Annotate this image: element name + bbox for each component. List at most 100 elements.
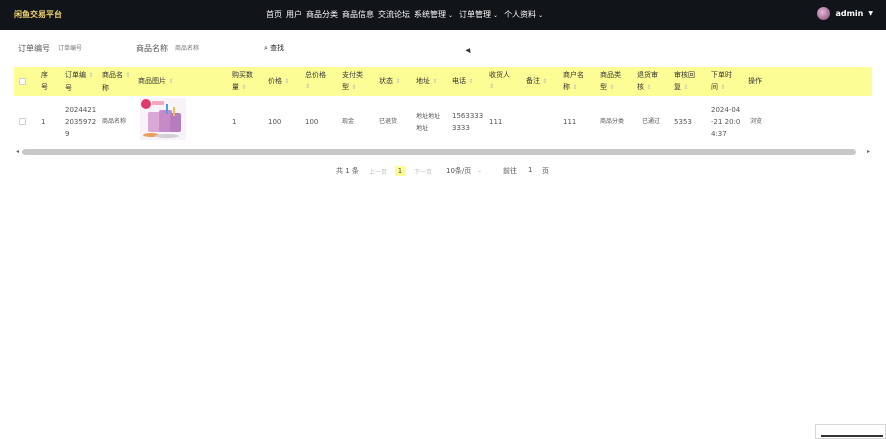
header-text: 收货人	[489, 71, 510, 79]
sort-icon[interactable]: ⇕	[646, 84, 651, 91]
cell-address: 地址地址 地址	[416, 111, 440, 135]
sort-icon[interactable]: ⇕	[168, 78, 173, 85]
cell-index: 1	[41, 118, 46, 126]
header-text: 状态	[379, 77, 393, 85]
sort-icon[interactable]: ⇕	[305, 81, 326, 93]
header-return-review[interactable]: 退货审核 ⇕	[637, 69, 658, 94]
header-index[interactable]: 序号	[41, 69, 48, 93]
search-icon: ⌕	[264, 44, 268, 52]
order-no-label: 订单编号	[18, 44, 50, 53]
header-remark[interactable]: 备注 ⇕	[526, 75, 547, 88]
scrollbar-thumb[interactable]	[22, 149, 856, 155]
next-page-button[interactable]: 下一页	[414, 167, 432, 176]
table-row: 1 2024421 2035972 9 商品名称 1 100 100 现金 已退…	[14, 96, 872, 147]
chevron-down-icon: ⌄	[538, 12, 544, 19]
nav-home[interactable]: 首页	[266, 9, 282, 20]
page-unit-label: 页	[542, 167, 549, 175]
header-review-reply[interactable]: 审核回复 ⇕	[674, 69, 695, 94]
goto-page-input[interactable]: 1	[528, 166, 532, 174]
header-text: 称	[102, 84, 109, 92]
cell-total: 100	[305, 118, 319, 126]
nav-forum[interactable]: 交流论坛	[378, 9, 410, 20]
header-order-no[interactable]: 订单编 ⇕ 号	[65, 69, 93, 94]
header-text: 序	[41, 71, 48, 79]
sort-icon[interactable]: ⇕	[284, 78, 289, 85]
sort-icon[interactable]: ⇕	[241, 84, 246, 91]
header-phone[interactable]: 电话 ⇕	[452, 75, 473, 88]
header-goods-type[interactable]: 商品类型 ⇕	[600, 69, 621, 94]
cell-line: 2035972	[65, 118, 97, 126]
order-no-input[interactable]	[54, 40, 128, 58]
cell-status: 已退货	[379, 118, 398, 125]
header-text: 商户名	[563, 71, 584, 79]
goods-name-input[interactable]	[171, 40, 257, 58]
sort-icon[interactable]: ⇕	[125, 72, 130, 79]
header-text: 订单编	[65, 71, 86, 79]
sort-icon[interactable]: ⇕	[489, 81, 510, 93]
header-receiver[interactable]: 收货人 ⇕	[489, 69, 510, 93]
header-address[interactable]: 地址 ⇕	[416, 75, 437, 88]
header-text: 电话	[452, 77, 466, 85]
header-status[interactable]: 状态 ⇕	[379, 75, 400, 88]
scroll-right-icon[interactable]: ▸	[867, 148, 870, 155]
sort-icon[interactable]: ⇕	[432, 78, 437, 85]
header-quantity[interactable]: 购买数量 ⇕	[232, 69, 253, 94]
nav-system-management[interactable]: 系统管理 ⌄	[414, 9, 455, 20]
sort-icon[interactable]: ⇕	[468, 78, 473, 85]
floating-panel	[815, 424, 886, 439]
header-goods-image[interactable]: 商品图片 ⇕	[138, 75, 173, 88]
cell-line: 4:37	[711, 130, 727, 138]
sort-icon[interactable]: ⇕	[720, 84, 725, 91]
prev-page-button[interactable]: 上一页	[369, 167, 387, 176]
cell-pay-type: 现金	[342, 118, 355, 125]
sort-icon[interactable]: ⇕	[572, 84, 577, 91]
cell-phone: 1563333 3333	[452, 110, 483, 134]
header-pay-type[interactable]: 支付类型 ⇕	[342, 69, 363, 94]
view-button[interactable]: 浏览	[750, 116, 762, 128]
scroll-left-icon[interactable]: ◂	[16, 148, 19, 155]
header-text: 称	[563, 83, 570, 91]
cell-line: -21 20:0	[711, 118, 741, 126]
goods-thumbnail[interactable]	[140, 98, 186, 140]
caret-down-icon: ▼	[868, 10, 873, 17]
nav-profile-label: 个人资料	[504, 10, 537, 19]
sort-icon[interactable]: ⇕	[351, 84, 356, 91]
sort-icon[interactable]: ⇕	[395, 78, 400, 85]
sort-icon[interactable]: ⇕	[609, 84, 614, 91]
select-all-checkbox[interactable]	[19, 78, 26, 85]
cell-line: 3333	[452, 124, 470, 132]
sort-icon[interactable]: ⇕	[88, 72, 93, 79]
header-text: 地址	[416, 77, 430, 85]
header-text: 商品名	[102, 71, 123, 79]
nav-users[interactable]: 用户	[286, 9, 302, 20]
nav-order-management-label: 订单管理	[459, 10, 492, 19]
sort-icon[interactable]: ⇕	[683, 84, 688, 91]
horizontal-scrollbar[interactable]: ◂ ▸	[14, 148, 872, 157]
page-number-current[interactable]: 1	[395, 166, 405, 176]
page-size-select[interactable]: 10条/页	[446, 166, 471, 176]
cell-line: 9	[65, 130, 70, 138]
nav-profile[interactable]: 个人资料 ⌄	[504, 9, 545, 20]
header-total[interactable]: 总价格 ⇕	[305, 69, 326, 93]
sort-icon[interactable]: ⇕	[542, 78, 547, 85]
header-goods-name[interactable]: 商品名 ⇕ 称	[102, 69, 130, 94]
goods-name-label: 商品名称	[136, 44, 168, 53]
header-text: 总价格	[305, 71, 326, 79]
header-action: 操作	[748, 77, 762, 85]
row-checkbox[interactable]	[19, 118, 26, 125]
cell-order-time: 2024-04 -21 20:0 4:37	[711, 104, 740, 140]
header-text: 下单时	[711, 71, 732, 79]
nav-goods-category[interactable]: 商品分类	[306, 9, 338, 20]
header-order-time[interactable]: 下单时间 ⇕	[711, 69, 732, 94]
user-menu[interactable]: admin ▼	[817, 7, 873, 20]
search-button[interactable]: ⌕ 查找	[264, 43, 284, 53]
header-merchant[interactable]: 商户名称 ⇕	[563, 69, 584, 94]
cell-line: 地址	[416, 125, 429, 132]
header-price[interactable]: 价格 ⇕	[268, 75, 289, 88]
nav-goods-info[interactable]: 商品信息	[342, 9, 374, 20]
nav-order-management[interactable]: 订单管理 ⌄	[459, 9, 500, 20]
header-text: 复	[674, 83, 681, 91]
cell-merchant: 111	[563, 118, 577, 126]
table-header: 序号 订单编 ⇕ 号 商品名 ⇕ 称 商品图片 ⇕ 购买数量 ⇕ 价格 ⇕ 总价格 ⇕…	[14, 67, 872, 96]
header-text: 购买数	[232, 71, 253, 79]
